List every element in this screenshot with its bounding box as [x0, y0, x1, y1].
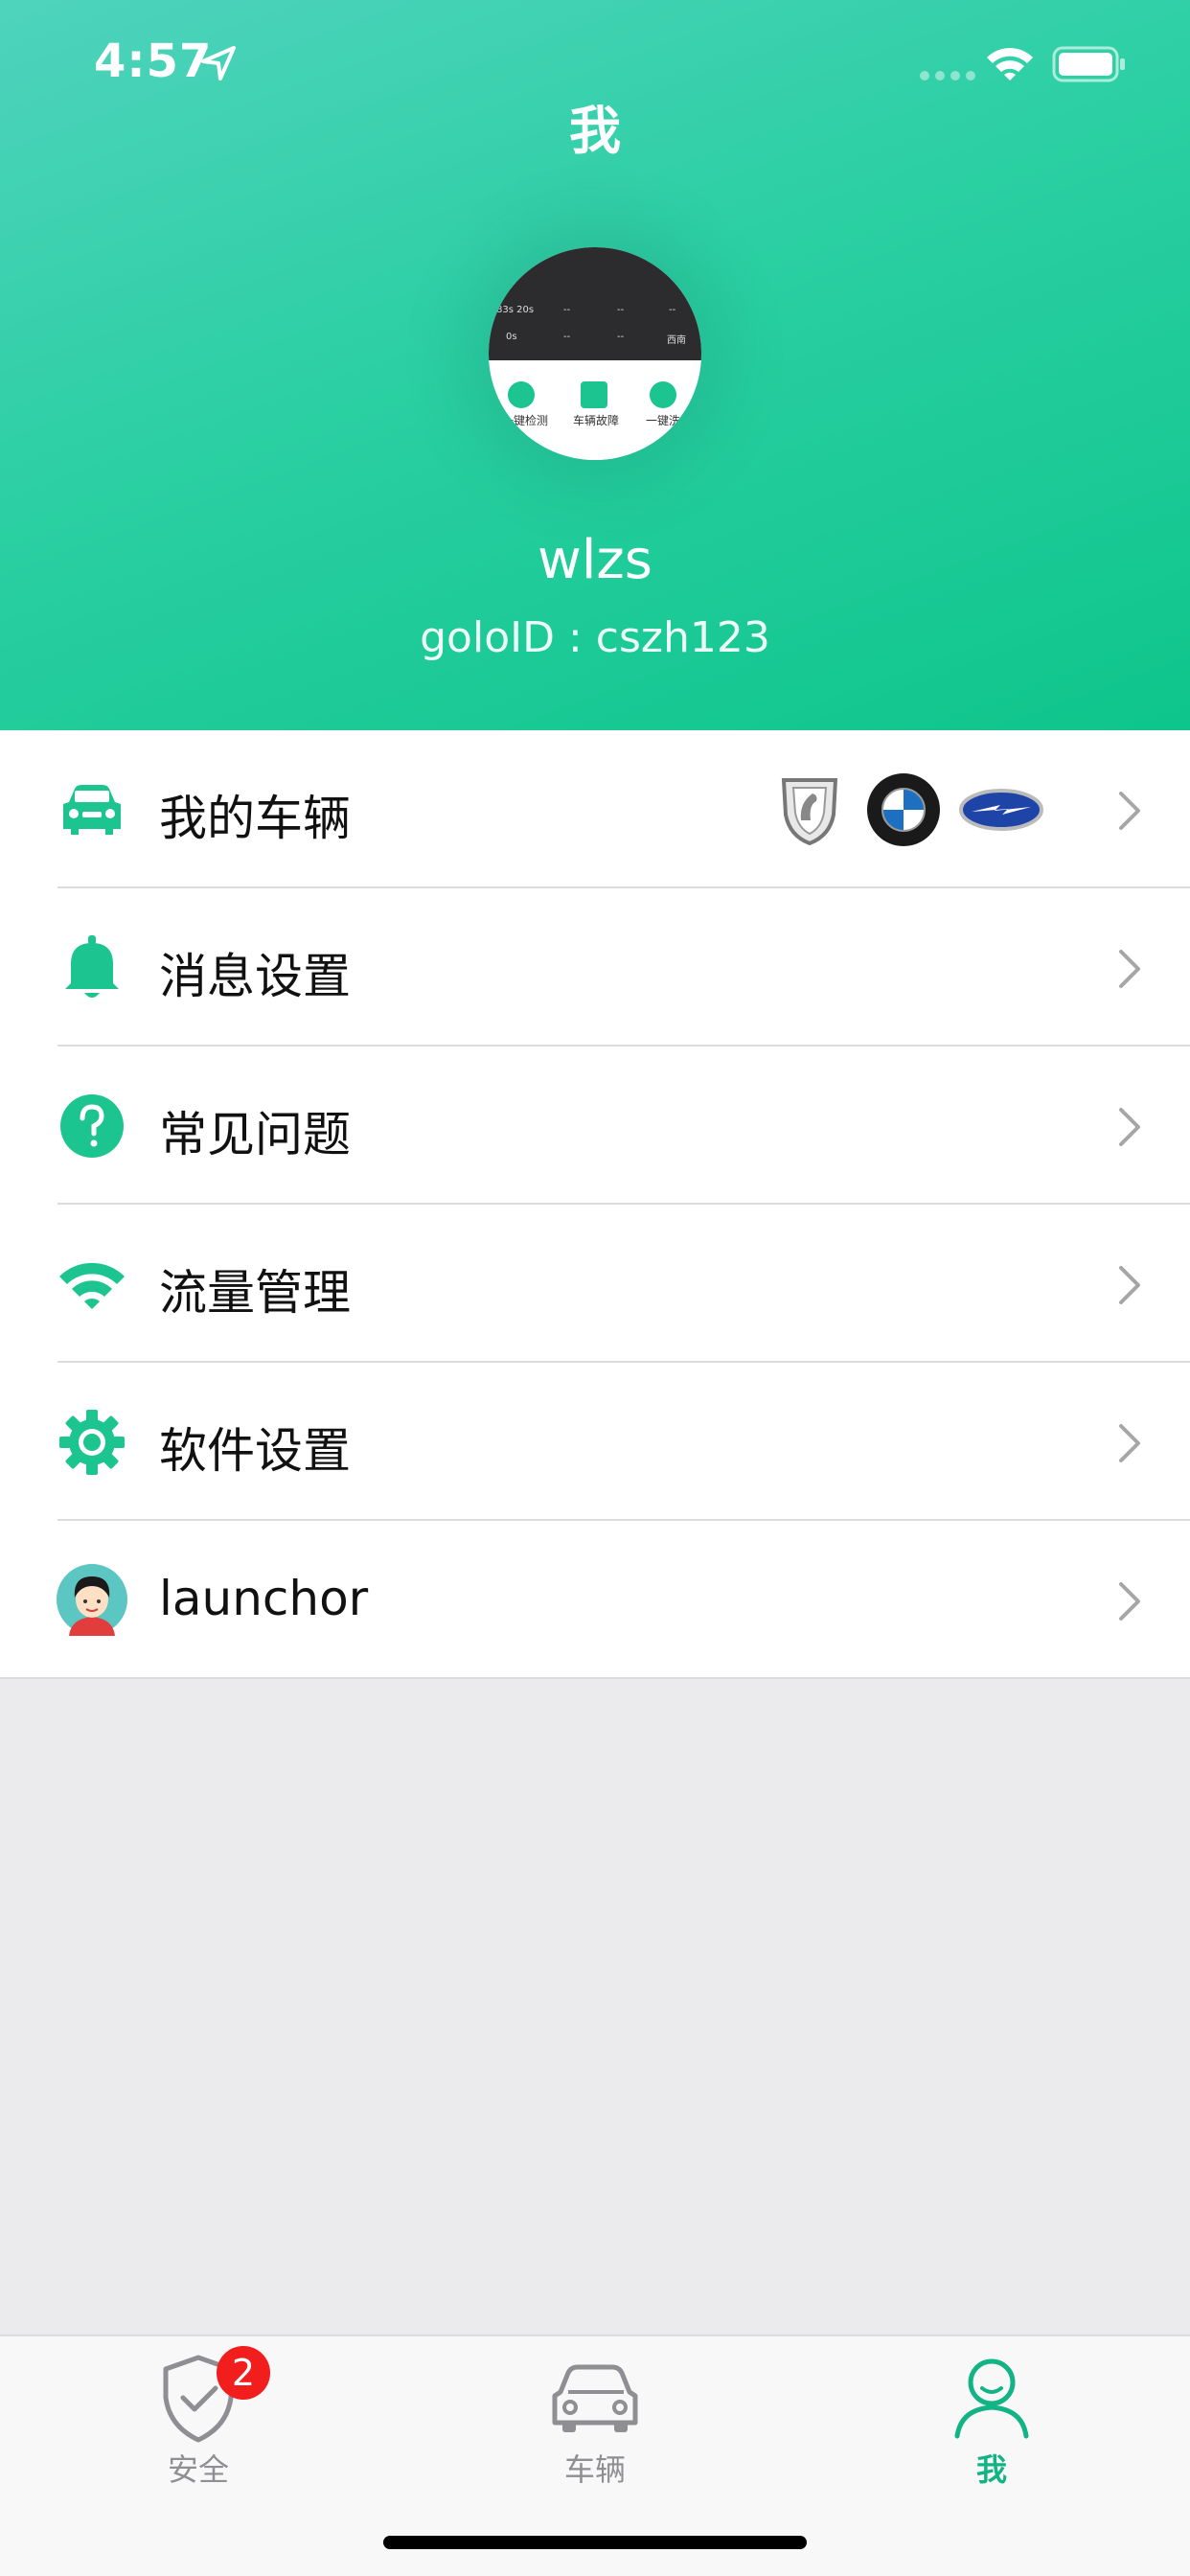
menu-item-software-settings[interactable]: 软件设置 — [0, 1363, 1190, 1521]
menu-label: 消息设置 — [159, 949, 351, 1004]
chevron-right-icon — [1119, 1108, 1140, 1146]
profile-header: 4:57 我 83s 20s -- -- -- 0s -- -- 西南 一键检测… — [0, 0, 1190, 730]
menu-item-faq[interactable]: 常见问题 — [0, 1046, 1190, 1205]
profile-screen: 4:57 我 83s 20s -- -- -- 0s -- -- 西南 一键检测… — [0, 0, 1190, 2576]
subaru-logo — [959, 789, 1043, 831]
person-icon — [954, 2358, 1029, 2439]
car-icon — [63, 785, 121, 835]
battery-icon — [1052, 46, 1125, 82]
menu-label: 流量管理 — [159, 1265, 351, 1321]
profile-avatar[interactable]: 83s 20s -- -- -- 0s -- -- 西南 一键检测 车辆故障 一… — [489, 247, 701, 460]
tab-label: 安全 — [167, 2451, 229, 2488]
bmw-logo — [867, 773, 940, 846]
bell-icon — [65, 935, 119, 998]
chevron-right-icon — [1119, 1266, 1140, 1304]
tab-security[interactable]: 2 安全 — [0, 2336, 397, 2509]
menu-item-account[interactable]: launchor — [0, 1521, 1190, 1679]
chevron-right-icon — [1119, 1582, 1140, 1621]
wifi-status-icon — [987, 48, 1033, 80]
menu-label: 我的车辆 — [159, 791, 351, 846]
chevron-right-icon — [1119, 792, 1140, 830]
menu-item-data-usage[interactable]: 流量管理 — [0, 1205, 1190, 1363]
menu-item-my-vehicles[interactable]: 我的车辆 — [0, 730, 1190, 888]
tab-label: 车辆 — [563, 2451, 626, 2488]
cellular-signal-icon — [920, 71, 975, 80]
menu-label: launchor — [159, 1571, 369, 1626]
notification-badge: 2 — [217, 2346, 270, 2400]
buick-logo — [781, 778, 838, 846]
question-icon — [60, 1094, 124, 1158]
tab-label: 我 — [975, 2451, 1007, 2488]
wifi-icon — [59, 1262, 125, 1309]
tab-vehicles[interactable]: 车辆 — [397, 2336, 793, 2509]
settings-menu: 我的车辆 消息设置 常见问题 流量管理 软件设置 launchor — [0, 730, 1190, 1679]
golo-id: goloID : cszh123 — [420, 613, 770, 662]
chevron-right-icon — [1119, 950, 1140, 988]
username: wlzs — [538, 529, 652, 591]
location-arrow-icon — [201, 46, 236, 80]
page-title: 我 — [569, 101, 621, 161]
gear-icon — [59, 1410, 125, 1475]
tab-me[interactable]: 我 — [793, 2336, 1190, 2509]
car-icon — [552, 2364, 638, 2432]
chevron-right-icon — [1119, 1424, 1140, 1462]
menu-label: 软件设置 — [159, 1423, 351, 1479]
menu-item-message-settings[interactable]: 消息设置 — [0, 888, 1190, 1046]
home-indicator[interactable] — [383, 2536, 807, 2549]
user-avatar — [57, 1564, 127, 1636]
status-time: 4:57 — [94, 34, 213, 88]
menu-label: 常见问题 — [159, 1107, 351, 1162]
